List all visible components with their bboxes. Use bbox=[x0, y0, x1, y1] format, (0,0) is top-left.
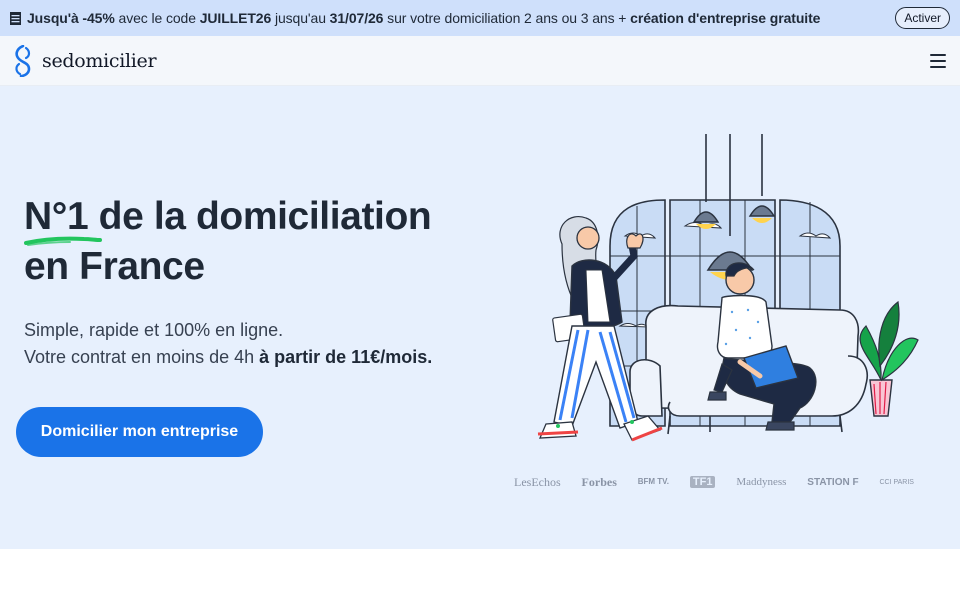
price-highlight: à partir de 11€/mois. bbox=[259, 347, 433, 367]
press-logo-forbes: Forbes bbox=[581, 474, 617, 489]
hero-title-line2: en France bbox=[24, 245, 205, 288]
press-logo-maddyness: Maddyness bbox=[736, 476, 787, 488]
brush-underline bbox=[24, 236, 102, 246]
logo-icon bbox=[15, 44, 31, 77]
calendar-icon bbox=[10, 11, 21, 25]
promo-discount: Jusqu'à -45% bbox=[27, 10, 115, 26]
press-logo-bfmtv: BFM TV. bbox=[637, 477, 669, 486]
activate-button[interactable]: Activer bbox=[895, 7, 950, 29]
plant-illustration bbox=[859, 300, 919, 417]
domicilier-button[interactable]: Domicilier mon entreprise bbox=[16, 407, 263, 457]
press-logos: LesEchos Forbes BFM TV. TF1 Maddyness ST… bbox=[514, 472, 914, 492]
promo-text-part: jusqu'au bbox=[271, 10, 330, 26]
hero-illustration bbox=[537, 134, 919, 442]
next-section bbox=[0, 549, 960, 600]
promo-banner: Jusqu'à -45% avec le code JUILLET26 jusq… bbox=[0, 0, 960, 36]
logo-link[interactable]: sedomicilier bbox=[12, 44, 157, 77]
hero-sub-line2: Votre contrat en moins de 4h à partir de… bbox=[24, 344, 432, 371]
logo-text: sedomicilier bbox=[42, 49, 157, 72]
hero-sub-line1: Simple, rapide et 100% en ligne. bbox=[24, 320, 284, 340]
press-logo-lesechos: LesEchos bbox=[514, 474, 561, 489]
promo-text: Jusqu'à -45% avec le code JUILLET26 jusq… bbox=[27, 10, 887, 26]
promo-date: 31/07/26 bbox=[329, 10, 384, 26]
promo-text-part: sur votre domiciliation 2 ans ou 3 ans + bbox=[383, 10, 631, 26]
hero-sub-line2-prefix: Votre contrat en moins de 4h bbox=[24, 347, 260, 367]
press-logo-tf1: TF1 bbox=[689, 476, 716, 488]
hero-title-line1: N°1 de la domiciliation bbox=[24, 195, 432, 238]
site-header: sedomicilier bbox=[0, 36, 960, 86]
hero-subtitle: Simple, rapide et 100% en ligne. Votre c… bbox=[24, 317, 432, 371]
promo-text-part: avec le code bbox=[114, 10, 200, 26]
promo-offer: création d'entreprise gratuite bbox=[630, 10, 821, 26]
press-logo-stationf: STATION F bbox=[807, 476, 859, 488]
promo-code: JUILLET26 bbox=[199, 10, 272, 26]
press-logo-cci: CCI PARIS bbox=[879, 478, 914, 486]
menu-icon[interactable] bbox=[930, 53, 946, 68]
hero-section: N°1 de la domiciliation en France Simple… bbox=[0, 86, 960, 549]
